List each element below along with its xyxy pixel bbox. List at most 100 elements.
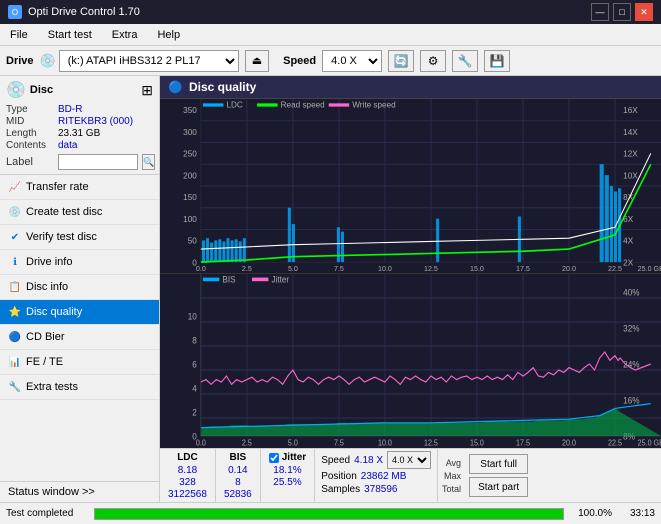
progress-bar — [94, 508, 564, 520]
nav-cd-bier-label: CD Bier — [26, 331, 65, 343]
svg-text:25.0 GB: 25.0 GB — [638, 438, 661, 448]
nav-disc-quality[interactable]: ⭐ Disc quality — [0, 300, 159, 325]
contents-key: Contents — [6, 140, 54, 151]
svg-text:2X: 2X — [623, 257, 633, 267]
svg-text:2.5: 2.5 — [242, 438, 253, 448]
svg-text:350: 350 — [183, 105, 197, 115]
disc-info-icon: 📋 — [8, 280, 22, 294]
stats-jitter: Jitter 18.1% 25.5% — [261, 449, 315, 502]
total-row-label: Total — [442, 484, 461, 494]
maximize-button[interactable]: □ — [613, 3, 631, 21]
jitter-checkbox[interactable] — [269, 453, 279, 463]
svg-text:5.0: 5.0 — [288, 438, 299, 448]
svg-text:12.5: 12.5 — [424, 438, 439, 448]
disc-panel-title: Disc — [30, 84, 53, 96]
content-area: 🔵 Disc quality — [160, 76, 661, 502]
stats-jitter-avg: 18.1% — [269, 465, 306, 476]
speed-select-stat[interactable]: 4.0 X — [387, 451, 431, 469]
label-key: Label — [6, 156, 54, 168]
nav-disc-quality-label: Disc quality — [26, 306, 82, 318]
label-search-button[interactable]: 🔍 — [142, 154, 155, 170]
stats-bis-avg: 0.14 — [224, 465, 252, 476]
disc-panel-icon: 💿 — [6, 80, 26, 100]
svg-text:20.0: 20.0 — [562, 438, 577, 448]
nav-drive-info[interactable]: ℹ Drive info — [0, 250, 159, 275]
extra-tests-icon: 🔧 — [8, 380, 22, 394]
action-buttons: Start full Start part — [465, 449, 532, 502]
menu-file[interactable]: File — [4, 27, 34, 43]
disc-quality-header-icon: 🔵 — [168, 80, 183, 94]
label-input[interactable] — [58, 154, 138, 170]
refresh-button[interactable]: 🔄 — [388, 50, 414, 72]
options-button[interactable]: 🔧 — [452, 50, 478, 72]
samples-val: 378596 — [364, 484, 397, 495]
nav-extra-tests[interactable]: 🔧 Extra tests — [0, 375, 159, 400]
start-part-button[interactable]: Start part — [469, 477, 528, 497]
bottom-bar: Test completed 100.0% 33:13 — [0, 502, 661, 524]
stats-speed: Speed 4.18 X 4.0 X Position 23862 MB Sam… — [315, 449, 438, 502]
svg-text:10.0: 10.0 — [378, 264, 392, 273]
nav-verify-test-disc[interactable]: ✔ Verify test disc — [0, 225, 159, 250]
type-val: BD-R — [58, 104, 82, 115]
disc-expand-icon[interactable]: ⊞ — [141, 82, 153, 99]
svg-text:7.5: 7.5 — [334, 264, 344, 273]
ldc-chart-svg: 0 50 100 150 200 250 300 350 2X 4X 6X — [160, 99, 661, 273]
nav-fe-te[interactable]: 📊 FE / TE — [0, 350, 159, 375]
verify-test-disc-icon: ✔ — [8, 230, 22, 244]
menu-start-test[interactable]: Start test — [42, 27, 98, 43]
mid-val: RITEKBR3 (000) — [58, 116, 133, 127]
disc-quality-header: 🔵 Disc quality — [160, 76, 661, 99]
drive-info-icon: ℹ — [8, 255, 22, 269]
save-button[interactable]: 💾 — [484, 50, 510, 72]
svg-text:LDC: LDC — [226, 99, 242, 109]
svg-text:32%: 32% — [623, 323, 639, 334]
svg-text:17.5: 17.5 — [516, 438, 531, 448]
eject-button[interactable]: ⏏ — [245, 50, 269, 72]
svg-text:10: 10 — [188, 311, 197, 322]
stats-jitter-max: 25.5% — [269, 477, 306, 488]
nav-disc-info[interactable]: 📋 Disc info — [0, 275, 159, 300]
stats-bis-max: 8 — [224, 477, 252, 488]
nav-disc-info-label: Disc info — [26, 281, 68, 293]
settings-button[interactable]: ⚙ — [420, 50, 446, 72]
svg-text:2: 2 — [192, 407, 197, 418]
stats-ldc-total: 3122568 — [168, 489, 207, 500]
nav-cd-bier[interactable]: 🔵 CD Bier — [0, 325, 159, 350]
app-icon: O — [8, 5, 22, 19]
svg-text:20.0: 20.0 — [562, 264, 576, 273]
svg-text:15.0: 15.0 — [470, 264, 484, 273]
svg-text:6: 6 — [192, 359, 197, 370]
svg-text:8: 8 — [192, 335, 197, 346]
nav-create-test-disc[interactable]: 💿 Create test disc — [0, 200, 159, 225]
start-full-button[interactable]: Start full — [469, 454, 528, 474]
status-window-button[interactable]: Status window >> — [0, 481, 159, 502]
stats-ldc-header: LDC — [168, 451, 207, 464]
svg-text:12X: 12X — [623, 148, 638, 158]
svg-text:5.0: 5.0 — [288, 264, 298, 273]
stats-bis-header: BIS — [224, 451, 252, 464]
nav-transfer-rate[interactable]: 📈 Transfer rate — [0, 175, 159, 200]
svg-text:7.5: 7.5 — [334, 438, 345, 448]
svg-text:0.0: 0.0 — [196, 438, 207, 448]
length-val: 23.31 GB — [58, 128, 100, 139]
progress-bar-fill — [95, 509, 563, 519]
svg-text:40%: 40% — [623, 287, 639, 298]
svg-text:Read speed: Read speed — [281, 99, 325, 109]
menu-help[interactable]: Help — [151, 27, 186, 43]
close-button[interactable]: ✕ — [635, 3, 653, 21]
fe-te-icon: 📊 — [8, 355, 22, 369]
status-window-label: Status window >> — [8, 486, 95, 498]
speed-select[interactable]: 4.0 X — [322, 50, 382, 72]
disc-panel: 💿 Disc ⊞ Type BD-R MID RITEKBR3 (000) Le… — [0, 76, 159, 175]
menu-extra[interactable]: Extra — [106, 27, 144, 43]
svg-text:Write speed: Write speed — [352, 99, 396, 109]
time-text: 33:13 — [620, 508, 655, 519]
samples-label: Samples — [321, 484, 360, 495]
svg-text:Jitter: Jitter — [271, 274, 289, 285]
drive-select[interactable]: (k:) ATAPI iHBS312 2 PL17 — [59, 50, 239, 72]
svg-text:200: 200 — [183, 170, 197, 180]
contents-val: data — [58, 140, 77, 151]
minimize-button[interactable]: — — [591, 3, 609, 21]
window-controls: — □ ✕ — [591, 3, 653, 21]
stats-bar: LDC 8.18 328 3122568 BIS 0.14 8 52836 Ji… — [160, 448, 661, 502]
